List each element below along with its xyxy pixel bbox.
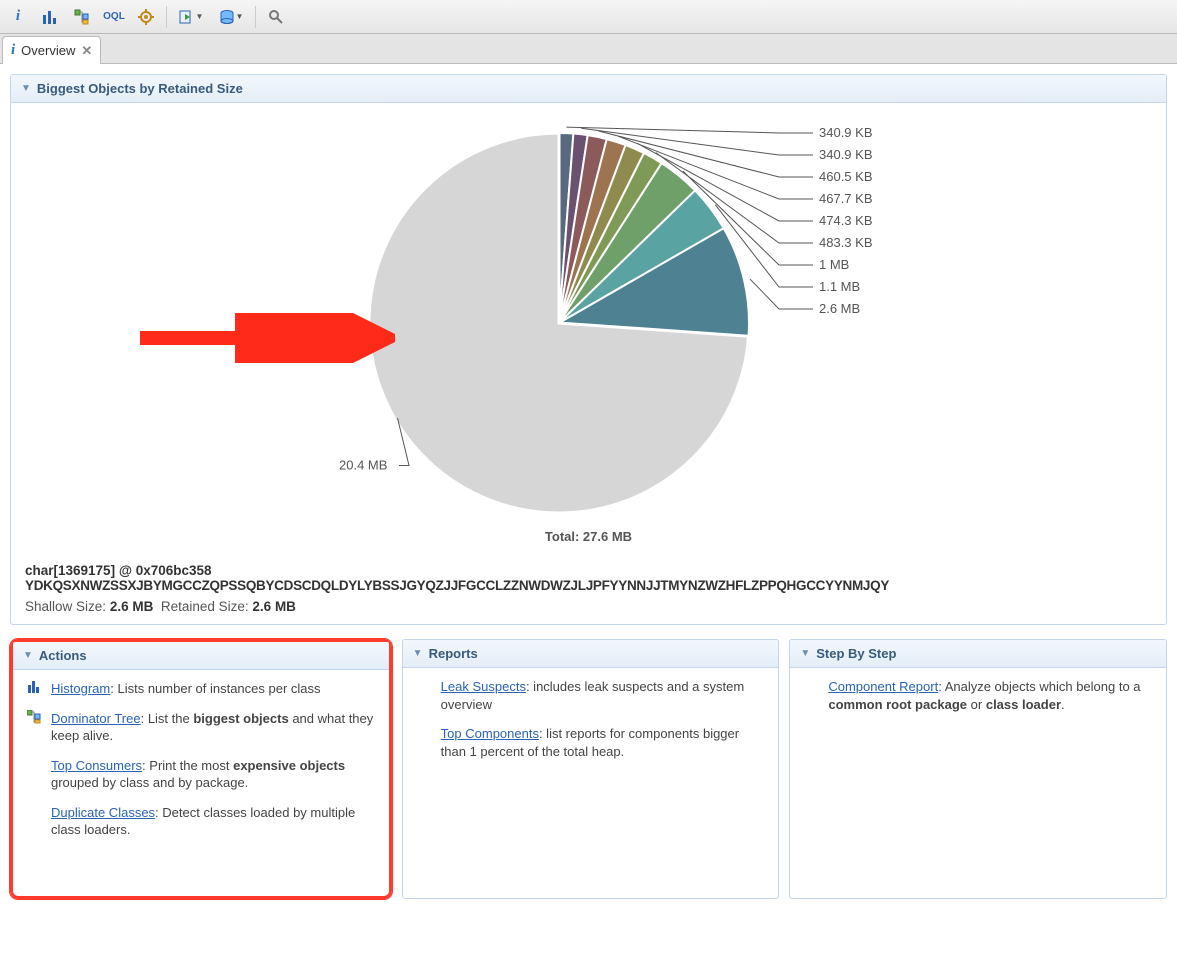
panel-step-body: Component Report: Analyze objects which …: [790, 668, 1166, 735]
svg-text:340.9 KB: 340.9 KB: [819, 147, 873, 162]
text: grouped by class and by package.: [51, 775, 248, 790]
panel-actions-header[interactable]: ▼ Actions: [13, 642, 389, 670]
bottom-panels: ▼ Actions Histogram: Lists number of ins…: [10, 639, 1167, 899]
action-histogram: Histogram: Lists number of instances per…: [25, 680, 377, 698]
toolbar-dominator-tree-button[interactable]: [68, 4, 96, 30]
section-body-biggest: 340.9 KB 340.9 KB 460.5 KB 467.7 KB 474.3 KB…: [11, 103, 1166, 624]
gear-icon: [138, 9, 154, 25]
toolbar-settings-button[interactable]: [132, 4, 160, 30]
object-id-line: char[1369175] @ 0x706bc358: [25, 563, 1152, 578]
object-info: char[1369175] @ 0x706bc358 YDKQSXNWZSSXJ…: [25, 563, 1152, 614]
bold-text: class loader: [986, 697, 1061, 712]
red-arrow-annotation: [135, 313, 395, 363]
panel-actions: ▼ Actions Histogram: Lists number of ins…: [10, 639, 392, 899]
panel-reports: ▼ Reports Leak Suspects: includes leak s…: [402, 639, 780, 899]
link-leak-suspects[interactable]: Leak Suspects: [441, 679, 526, 694]
close-icon[interactable]: ✕: [81, 43, 92, 59]
bars-icon: [27, 680, 41, 698]
panel-actions-body: Histogram: Lists number of instances per…: [13, 670, 389, 861]
panel-step-by-step: ▼ Step By Step Component Report: Analyze…: [789, 639, 1167, 899]
bold-text: expensive objects: [233, 758, 345, 773]
svg-text:474.3 KB: 474.3 KB: [819, 213, 873, 228]
report-leak-suspects: Leak Suspects: includes leak suspects an…: [415, 678, 767, 713]
bold-text: biggest objects: [193, 711, 288, 726]
chevron-down-icon: ▼: [236, 12, 244, 21]
toolbar-run-expert-button[interactable]: ▼: [173, 4, 209, 30]
report-top-components: Top Components: list reports for compone…: [415, 725, 767, 760]
text: : Lists number of instances per class: [110, 681, 320, 696]
text: or: [967, 697, 986, 712]
toolbar: i OQL ▼ ▼: [0, 0, 1177, 34]
svg-text:1 MB: 1 MB: [819, 257, 849, 272]
collapse-icon: ▼: [413, 648, 423, 659]
tab-bar: i Overview ✕: [0, 34, 1177, 64]
toolbar-search-button[interactable]: [262, 4, 290, 30]
action-duplicate-classes: Duplicate Classes: Detect classes loaded…: [25, 804, 377, 839]
step-component-report: Component Report: Analyze objects which …: [802, 678, 1154, 713]
link-component-report[interactable]: Component Report: [828, 679, 938, 694]
text: : Analyze objects which belong to a: [938, 679, 1140, 694]
database-icon: [219, 9, 235, 25]
svg-text:467.7 KB: 467.7 KB: [819, 191, 873, 206]
tab-overview[interactable]: i Overview ✕: [2, 36, 101, 64]
shallow-label: Shallow Size:: [25, 599, 106, 614]
panel-step-header[interactable]: ▼ Step By Step: [790, 640, 1166, 668]
chart-total-label: Total: 27.6 MB: [25, 529, 1152, 544]
collapse-icon: ▼: [800, 648, 810, 659]
panel-reports-header[interactable]: ▼ Reports: [403, 640, 779, 668]
retained-label: Retained Size:: [161, 599, 249, 614]
link-histogram[interactable]: Histogram: [51, 681, 110, 696]
svg-text:460.5 KB: 460.5 KB: [819, 169, 873, 184]
svg-text:20.4 MB: 20.4 MB: [339, 458, 387, 473]
bold-text: common root package: [828, 697, 967, 712]
info-icon: i: [16, 8, 20, 25]
svg-text:2.6 MB: 2.6 MB: [819, 301, 860, 316]
svg-text:1.1 MB: 1.1 MB: [819, 279, 860, 294]
toolbar-separator: [255, 6, 256, 28]
oql-icon: OQL: [103, 11, 125, 22]
text: : Print the most: [142, 758, 233, 773]
section-header-biggest[interactable]: ▼ Biggest Objects by Retained Size: [11, 75, 1166, 103]
collapse-icon: ▼: [23, 650, 33, 661]
panel-title: Reports: [429, 646, 478, 661]
pie-chart-container: 340.9 KB 340.9 KB 460.5 KB 467.7 KB 474.3 KB…: [25, 113, 1152, 553]
toolbar-info-button[interactable]: i: [4, 4, 32, 30]
svg-text:340.9 KB: 340.9 KB: [819, 125, 873, 140]
link-top-consumers[interactable]: Top Consumers: [51, 758, 142, 773]
shallow-value: 2.6 MB: [110, 599, 154, 614]
section-biggest-objects: ▼ Biggest Objects by Retained Size 340.9…: [10, 74, 1167, 625]
panel-reports-body: Leak Suspects: includes leak suspects an…: [403, 668, 779, 782]
link-dominator-tree[interactable]: Dominator Tree: [51, 711, 141, 726]
tree-icon: [74, 9, 90, 25]
toolbar-separator: [166, 6, 167, 28]
search-icon: [268, 9, 284, 25]
panel-title: Step By Step: [816, 646, 896, 661]
tab-label: Overview: [21, 43, 75, 58]
panel-title: Actions: [39, 648, 87, 663]
toolbar-query-browser-button[interactable]: ▼: [213, 4, 249, 30]
info-icon: i: [11, 42, 15, 59]
collapse-icon: ▼: [21, 83, 31, 94]
object-sizes-line: Shallow Size: 2.6 MB Retained Size: 2.6 …: [25, 599, 1152, 614]
bars-icon: [42, 9, 58, 25]
object-content-line: YDKQSXNWZSSXJBYMGCCZQPSSQBYCDSCDQLDYLYBS…: [25, 578, 1152, 593]
content-area: ▼ Biggest Objects by Retained Size 340.9…: [0, 64, 1177, 909]
toolbar-histogram-button[interactable]: [36, 4, 64, 30]
link-top-components[interactable]: Top Components: [441, 726, 539, 741]
retained-value: 2.6 MB: [252, 599, 296, 614]
svg-text:483.3 KB: 483.3 KB: [819, 235, 873, 250]
text: : List the: [141, 711, 194, 726]
run-icon: [179, 9, 195, 25]
tree-icon: [27, 710, 41, 745]
section-title: Biggest Objects by Retained Size: [37, 81, 243, 96]
action-dominator-tree: Dominator Tree: List the biggest objects…: [25, 710, 377, 745]
toolbar-oql-button[interactable]: OQL: [100, 4, 128, 30]
chevron-down-icon: ▼: [196, 12, 204, 21]
action-top-consumers: Top Consumers: Print the most expensive …: [25, 757, 377, 792]
text: .: [1061, 697, 1065, 712]
link-duplicate-classes[interactable]: Duplicate Classes: [51, 805, 155, 820]
